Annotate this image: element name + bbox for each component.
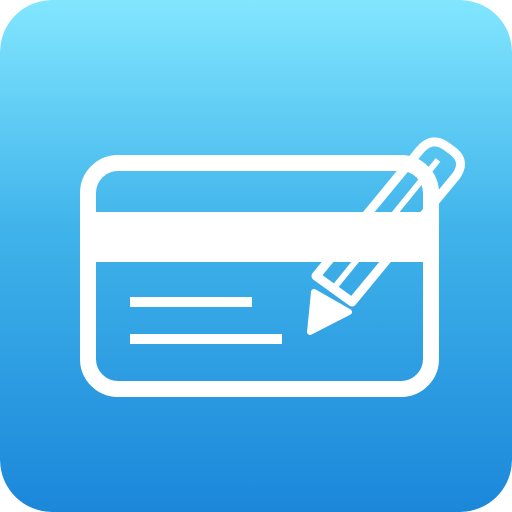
app-icon-graphic — [0, 0, 512, 512]
app-icon[interactable] — [0, 0, 512, 512]
